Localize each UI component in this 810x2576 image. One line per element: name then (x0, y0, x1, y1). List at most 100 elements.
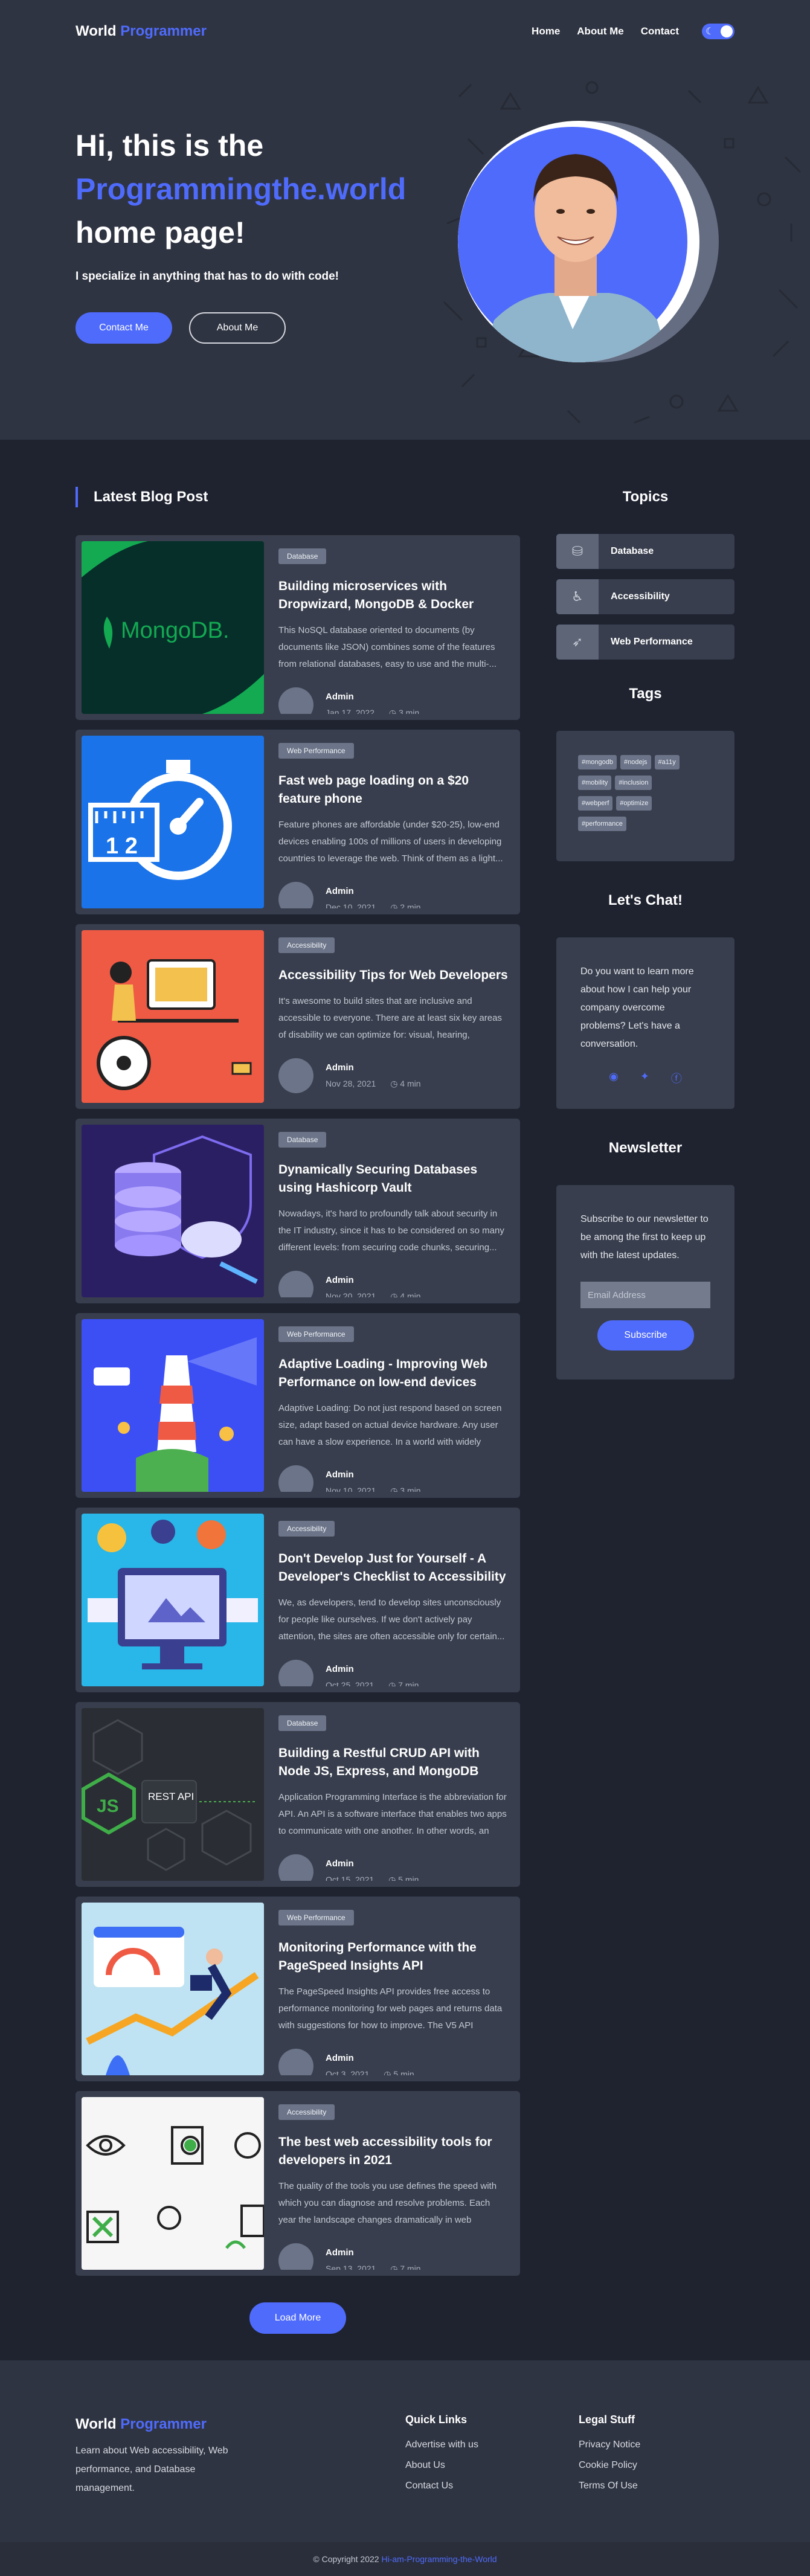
post-title[interactable]: Don't Develop Just for Yourself - A Deve… (278, 1550, 508, 1586)
post-thumbnail[interactable]: 1 2 (82, 736, 264, 908)
post-title[interactable]: Fast web page loading on a $20 feature p… (278, 772, 508, 808)
clock-icon: ◷ (388, 1875, 396, 1881)
post-card[interactable]: Web Performance Adaptive Loading - Impro… (76, 1313, 520, 1498)
post-thumbnail[interactable] (82, 930, 264, 1103)
author-avatar (278, 687, 313, 714)
post-card[interactable]: Accessibility Don't Develop Just for You… (76, 1508, 520, 1692)
post-meta: Admin Oct 25, 2021 ◷ 7 min (278, 1660, 508, 1686)
meta-text: Admin Nov 10, 2021 ◷ 3 min (326, 1469, 421, 1492)
tag[interactable]: #performance (578, 817, 626, 831)
footer-link-advertise[interactable]: Advertise with us (405, 2435, 478, 2455)
meta-line: Oct 15, 2021 ◷ 5 min (326, 1875, 419, 1881)
category-badge[interactable]: Database (278, 1715, 327, 1731)
footer-link-terms[interactable]: Terms Of Use (579, 2476, 640, 2496)
meta-text: Admin Jan 17, 2022 ◷ 3 min (326, 692, 419, 714)
category-badge[interactable]: Database (278, 1132, 327, 1148)
post-title[interactable]: Building a Restful CRUD API with Node JS… (278, 1744, 508, 1781)
load-more-button[interactable]: Load More (249, 2302, 346, 2334)
copyright-text: © Copyright 2022 (313, 2554, 379, 2564)
topic-accessibility[interactable]: ♿ Accessibility (556, 579, 734, 614)
chat-heading: Let's Chat! (608, 892, 683, 908)
post-title[interactable]: Building microservices with Dropwizard, … (278, 577, 508, 614)
topic-list: ⛁ Database ♿ Accessibility ➶ Web Perform… (556, 534, 734, 660)
post-thumbnail[interactable] (82, 2097, 264, 2270)
svg-text:JS: JS (97, 1796, 119, 1816)
post-thumbnail[interactable] (82, 1319, 264, 1492)
post-card[interactable]: Database Dynamically Securing Databases … (76, 1119, 520, 1303)
footer-link-about[interactable]: About Us (405, 2455, 478, 2476)
post-author: Admin (326, 2053, 354, 2063)
post-author: Admin (326, 692, 354, 702)
site-logo[interactable]: World Programmer (76, 23, 207, 40)
post-body: Web Performance Monitoring Performance w… (264, 1903, 514, 2075)
category-badge[interactable]: Web Performance (278, 1910, 354, 1926)
pagespeed-thumbnail (82, 1903, 264, 2075)
contact-me-button[interactable]: Contact Me (76, 312, 172, 344)
about-me-button[interactable]: About Me (189, 312, 286, 344)
post-card[interactable]: MongoDB. Database Building microservices… (76, 535, 520, 720)
post-thumbnail[interactable] (82, 1125, 264, 1297)
post-excerpt: The quality of the tools you use defines… (278, 2181, 497, 2225)
post-title[interactable]: The best web accessibility tools for dev… (278, 2133, 508, 2170)
twitter-icon[interactable]: ✦ (640, 1070, 649, 1086)
hero-title-line-1: Hi, this is the (76, 129, 264, 162)
email-input[interactable] (580, 1282, 710, 1308)
tag[interactable]: #optimize (616, 796, 652, 811)
meta-line: Dec 10, 2021 ◷ 2 min (326, 902, 421, 908)
meta-line: Sep 13, 2021 ◷ 7 min (326, 2264, 421, 2270)
legal-column: Legal Stuff Privacy Notice Cookie Policy… (579, 2414, 640, 2496)
topic-web-performance[interactable]: ➶ Web Performance (556, 625, 734, 660)
author-avatar (278, 2243, 313, 2270)
meta-line: Nov 20, 2021 ◷ 4 min (326, 1291, 421, 1297)
post-card[interactable]: JS REST API Database Building a Restful … (76, 1702, 520, 1887)
category-badge[interactable]: Web Performance (278, 743, 354, 759)
nav-about-link[interactable]: About Me (577, 25, 623, 37)
post-card[interactable]: 1 2 Web Performance Fast web page loadin… (76, 730, 520, 914)
post-title[interactable]: Dynamically Securing Databases using Has… (278, 1161, 508, 1197)
post-title[interactable]: Adaptive Loading - Improving Web Perform… (278, 1355, 508, 1392)
category-badge[interactable]: Accessibility (278, 1521, 335, 1537)
copyright-link[interactable]: Hi-am-Programming-the-World (381, 2554, 497, 2564)
theme-toggle[interactable]: ☾ (702, 24, 734, 39)
post-thumbnail[interactable]: JS REST API (82, 1708, 264, 1881)
category-badge[interactable]: Accessibility (278, 2104, 335, 2120)
tag[interactable]: #a11y (654, 755, 680, 769)
post-thumbnail[interactable] (82, 1514, 264, 1686)
meta-text: Admin Nov 28, 2021 ◷ 4 min (326, 1062, 421, 1089)
post-card[interactable]: Web Performance Monitoring Performance w… (76, 1897, 520, 2081)
facebook-icon[interactable]: ⓕ (671, 1070, 682, 1086)
post-card[interactable]: Accessibility The best web accessibility… (76, 2091, 520, 2276)
hero-title-line-3: home page! (76, 216, 245, 249)
post-body: Database Building microservices with Dro… (264, 541, 514, 714)
tag[interactable]: #inclusion (615, 776, 652, 790)
toggle-knob (721, 25, 733, 37)
category-badge[interactable]: Accessibility (278, 937, 335, 953)
footer-link-privacy[interactable]: Privacy Notice (579, 2435, 640, 2455)
tag[interactable]: #mobility (578, 776, 612, 790)
discord-icon[interactable]: ◉ (609, 1070, 619, 1086)
topic-database[interactable]: ⛁ Database (556, 534, 734, 569)
legal-heading: Legal Stuff (579, 2414, 635, 2426)
tag[interactable]: #nodejs (620, 755, 651, 769)
tag[interactable]: #mongodb (578, 755, 617, 769)
author-avatar (278, 2049, 313, 2075)
post-date: Jan 17, 2022 (326, 708, 374, 714)
post-thumbnail[interactable] (82, 1903, 264, 2075)
footer-link-contact[interactable]: Contact Us (405, 2476, 478, 2496)
nav-home-link[interactable]: Home (532, 25, 560, 37)
tag[interactable]: #webperf (578, 796, 613, 811)
author-avatar (278, 1854, 313, 1881)
category-badge[interactable]: Database (278, 548, 327, 564)
subscribe-button[interactable]: Subscribe (597, 1320, 694, 1351)
footer-logo[interactable]: World Programmer (76, 2416, 257, 2433)
post-title[interactable]: Monitoring Performance with the PageSpee… (278, 1939, 508, 1975)
post-meta: Admin Nov 28, 2021 ◷ 4 min (278, 1058, 508, 1093)
category-badge[interactable]: Web Performance (278, 1326, 354, 1342)
post-title[interactable]: Accessibility Tips for Web Developers (278, 966, 508, 984)
footer-link-cookie[interactable]: Cookie Policy (579, 2455, 640, 2476)
post-body: Accessibility Don't Develop Just for You… (264, 1514, 514, 1686)
nav-contact-link[interactable]: Contact (641, 25, 679, 37)
post-card[interactable]: Accessibility Accessibility Tips for Web… (76, 924, 520, 1109)
post-thumbnail[interactable]: MongoDB. (82, 541, 264, 714)
chat-box: Do you want to learn more about how I ca… (556, 937, 734, 1109)
